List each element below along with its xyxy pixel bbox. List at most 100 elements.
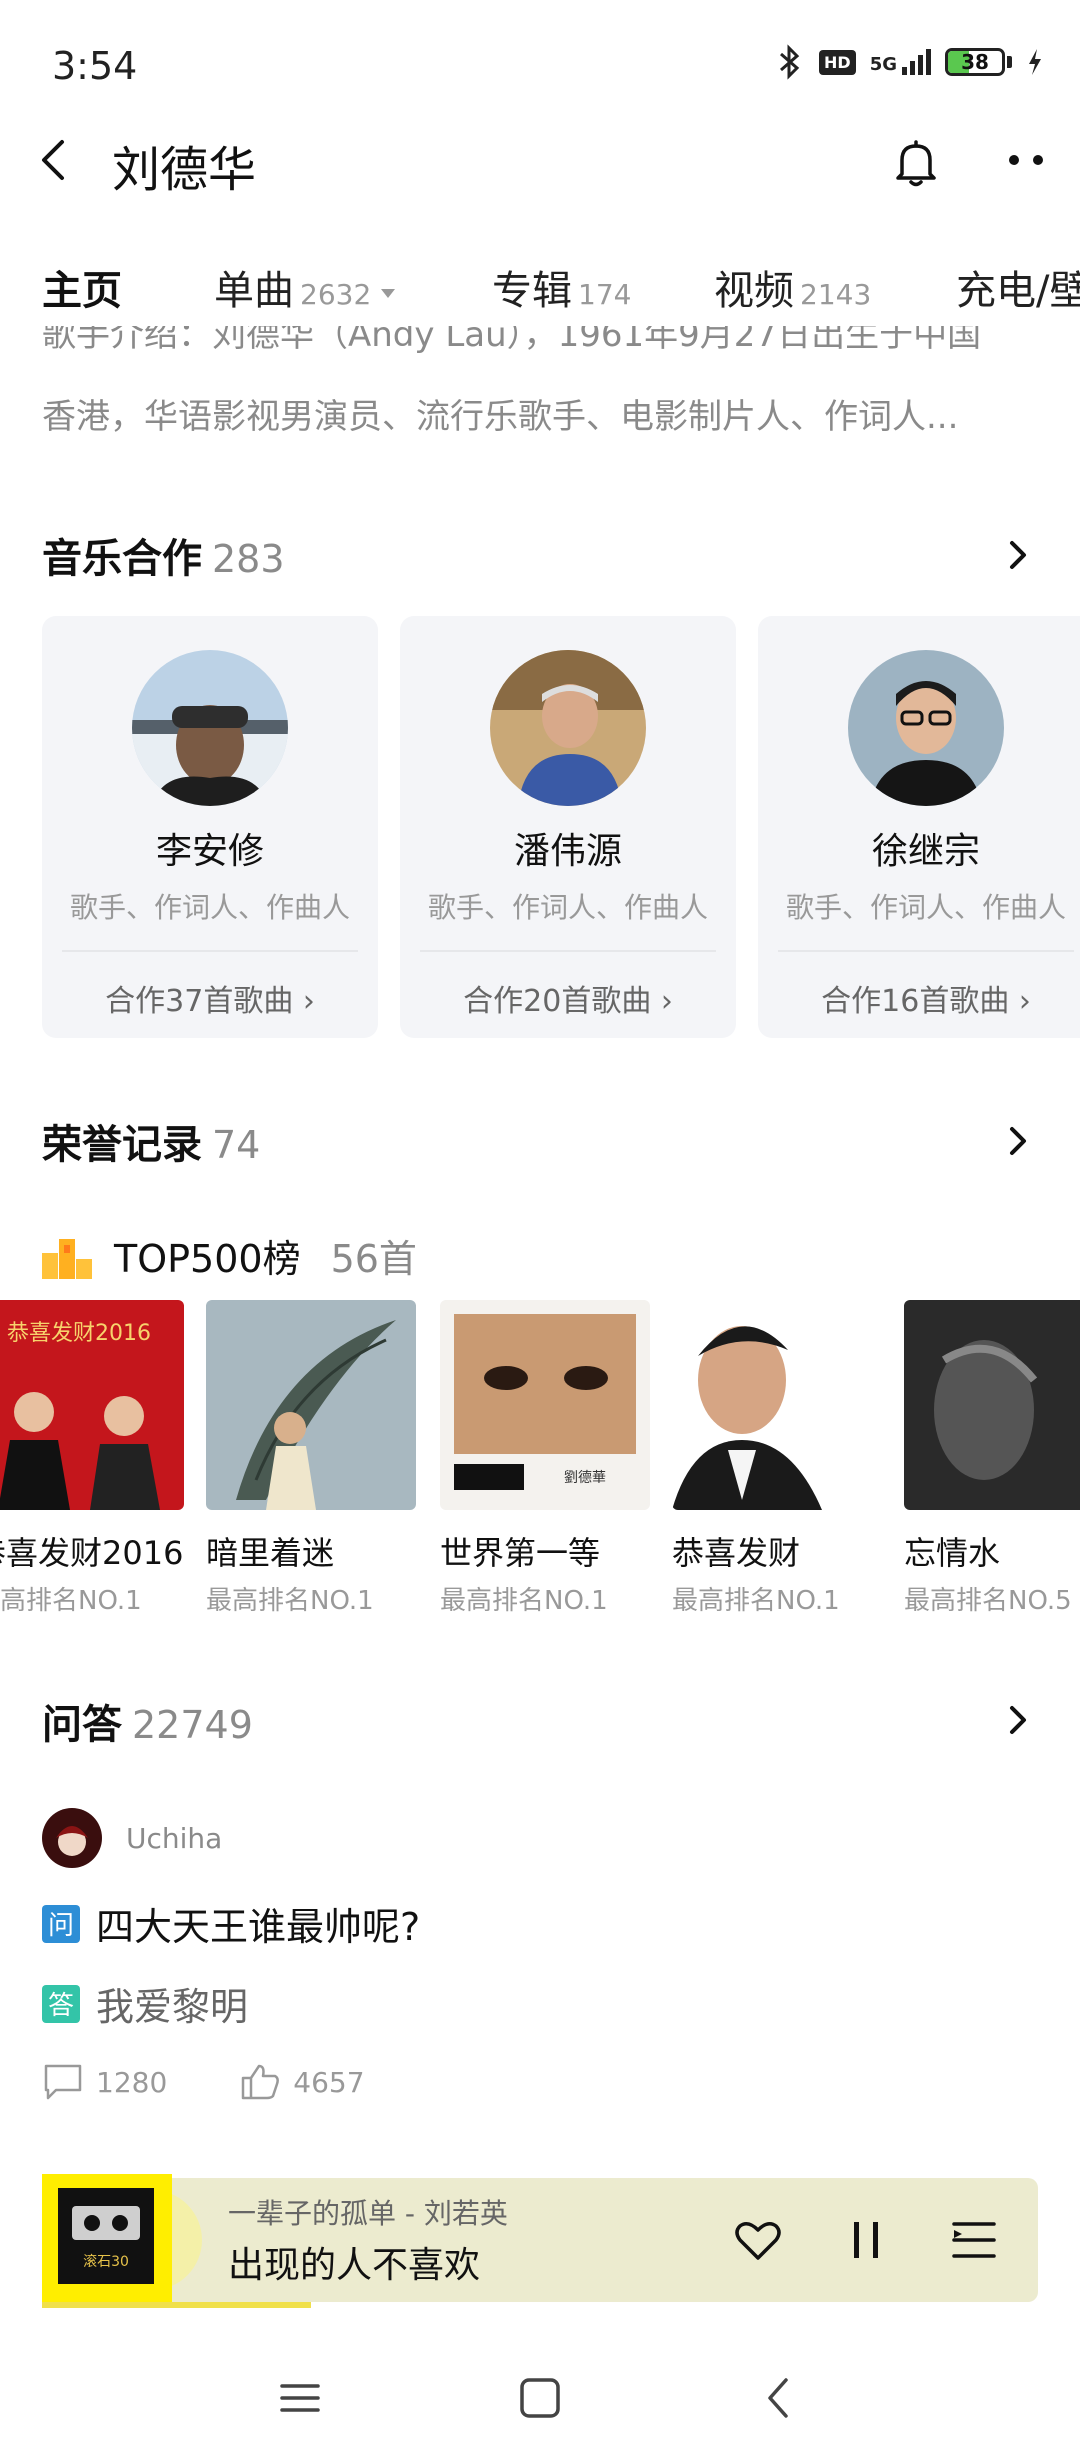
chevron-right-icon — [1010, 1706, 1026, 1734]
home-square-icon — [520, 2378, 560, 2418]
podium-icon — [42, 1238, 92, 1279]
like-button[interactable]: 4657 — [239, 2062, 365, 2102]
nav-menu-button[interactable] — [270, 2368, 330, 2428]
album-name: 恭喜发财 — [672, 1534, 801, 1572]
album-item[interactable]: 忘情水 最高排名NO.5 — [904, 1300, 1080, 1617]
album-item[interactable]: 恭喜发财2016 恭喜发财2016 最高排名NO.1 — [0, 1300, 184, 1617]
honor-title: 荣誉记录 — [42, 1122, 202, 1168]
bell-icon — [896, 140, 936, 187]
answer-tag: 答 — [42, 1984, 80, 2023]
hd-icon: HD — [819, 49, 856, 75]
qa-username: Uchiha — [126, 1821, 223, 1855]
album-item[interactable]: 劉德華 世界第一等 最高排名NO.1 — [440, 1300, 650, 1617]
tab-charge[interactable]: 充电/壁 — [956, 258, 1080, 316]
top500-header[interactable]: TOP500榜 56首 — [42, 1228, 417, 1283]
chevron-right-icon — [1010, 541, 1026, 569]
collab-more-button[interactable] — [998, 535, 1038, 575]
tab-videos[interactable]: 视频 2143 — [714, 258, 871, 316]
album-cover-text: 劉德華 — [564, 1470, 606, 1486]
tab-singles[interactable]: 单曲 2632 — [214, 258, 396, 316]
honor-count: 74 — [212, 1123, 261, 1167]
tab-home[interactable]: 主页 — [42, 258, 122, 316]
tab-label: 充电/壁 — [956, 268, 1080, 314]
back-arrow-icon — [768, 2378, 788, 2418]
menu-icon — [280, 2384, 320, 2412]
status-time: 3:54 — [52, 44, 138, 88]
pause-button[interactable] — [838, 2212, 894, 2268]
avatar — [132, 650, 288, 806]
more-dots-icon — [1009, 155, 1043, 165]
qa-section-title: 问答 22749 — [42, 1692, 253, 1750]
collaborator-role: 歌手、作词人、作曲人 — [69, 891, 350, 924]
nav-back-button[interactable] — [750, 2368, 810, 2428]
album-rank: 最高排名NO.1 — [672, 1586, 840, 1616]
collab-card[interactable]: 潘伟源 歌手、作词人、作曲人 合作20首歌曲 › — [400, 616, 736, 1038]
collab-songs-link[interactable]: 合作37首歌曲 › — [42, 976, 378, 1020]
qa-count: 22749 — [132, 1703, 253, 1747]
comment-icon — [44, 2064, 82, 2100]
qa-more-button[interactable] — [998, 1700, 1038, 1740]
qa-author[interactable]: Uchiha — [42, 1808, 222, 1868]
album-item[interactable]: 恭喜发财 最高排名NO.1 — [672, 1300, 882, 1617]
qa-answer[interactable]: 答 我爱黎明 — [42, 1976, 248, 2031]
cover-text: 滚石30 — [83, 2253, 129, 2270]
more-button[interactable] — [996, 130, 1056, 190]
qa-stats: 1280 4657 — [42, 2062, 437, 2102]
album-name: 世界第一等 — [440, 1534, 601, 1572]
collab-section-title: 音乐合作 283 — [42, 526, 285, 584]
collaborator-name: 李安修 — [155, 831, 264, 872]
intro-line-2[interactable]: 香港，华语影视男演员、流行乐歌手、电影制片人、作词人... — [42, 386, 1042, 448]
tab-label: 视频 — [714, 268, 794, 314]
page-title: 刘德华 — [112, 142, 257, 198]
album-rank: 最高排名NO.1 — [440, 1586, 608, 1616]
tab-albums[interactable]: 专辑 174 — [492, 258, 631, 316]
avatar — [848, 650, 1004, 806]
honor-more-button[interactable] — [998, 1121, 1038, 1161]
thumbs-up-icon — [242, 2064, 280, 2100]
divider — [62, 950, 358, 952]
playlist-icon — [952, 2222, 996, 2258]
album-name: 忘情水 — [904, 1534, 1001, 1572]
signal-icon: 5G — [870, 49, 931, 75]
comment-button[interactable]: 1280 — [42, 2062, 167, 2102]
network-label: 5G — [869, 54, 897, 75]
top500-label: TOP500榜 — [114, 1237, 301, 1281]
back-button[interactable] — [24, 130, 84, 190]
album-cover-text: 恭喜发财2016 — [7, 1321, 151, 1346]
bluetooth-icon — [780, 44, 800, 80]
top500-count: 56首 — [330, 1237, 417, 1281]
collab-card[interactable]: 李安修 歌手、作词人、作曲人 合作37首歌曲 › — [42, 616, 378, 1038]
back-arrow-icon — [42, 140, 64, 180]
collab-card[interactable]: 徐继宗 歌手、作词人、作曲人 合作16首歌曲 › — [758, 616, 1080, 1038]
charging-icon — [1029, 49, 1041, 75]
mini-player[interactable]: 滚石30 一辈子的孤单 - 刘若英 出现的人不喜欢 — [42, 2174, 1038, 2306]
album-cover: 劉德華 — [440, 1300, 650, 1510]
favorite-button[interactable] — [730, 2212, 786, 2268]
divider — [420, 950, 716, 952]
playlist-button[interactable] — [946, 2212, 1002, 2268]
qa-title: 问答 — [42, 1702, 122, 1748]
now-playing-cover[interactable]: 滚石30 — [58, 2188, 154, 2284]
collaborator-role: 歌手、作词人、作曲人 — [785, 891, 1066, 924]
tab-label: 主页 — [42, 268, 122, 314]
collaborator-role: 歌手、作词人、作曲人 — [427, 891, 708, 924]
comment-count: 1280 — [96, 2065, 168, 2099]
nav-home-button[interactable] — [510, 2368, 570, 2428]
collab-songs-link[interactable]: 合作20首歌曲 › — [400, 976, 736, 1020]
status-icons: HD 5G 38 — [775, 44, 1044, 80]
intro-first-line[interactable]: 歌手介绍：刘德华（Andy Lau），1961年9月27日出生于中国 — [42, 326, 1042, 384]
now-playing-meta: 一辈子的孤单 - 刘若英 — [228, 2197, 508, 2230]
pause-icon — [854, 2222, 878, 2258]
collaborator-name: 徐继宗 — [871, 831, 980, 872]
battery-level: 38 — [961, 50, 989, 74]
heart-icon — [735, 2222, 781, 2260]
tab-label: 专辑 — [492, 268, 572, 314]
album-item[interactable]: 暗里着迷 最高排名NO.1 — [206, 1300, 416, 1617]
collaborator-name: 潘伟源 — [513, 831, 622, 872]
album-rank: 最高排名NO.1 — [206, 1586, 374, 1616]
collab-songs-link[interactable]: 合作16首歌曲 › — [758, 976, 1080, 1020]
album-cover — [672, 1300, 882, 1510]
album-cover — [206, 1300, 416, 1510]
notification-button[interactable] — [884, 130, 948, 194]
qa-question[interactable]: 问 四大天王谁最帅呢? — [42, 1896, 420, 1951]
